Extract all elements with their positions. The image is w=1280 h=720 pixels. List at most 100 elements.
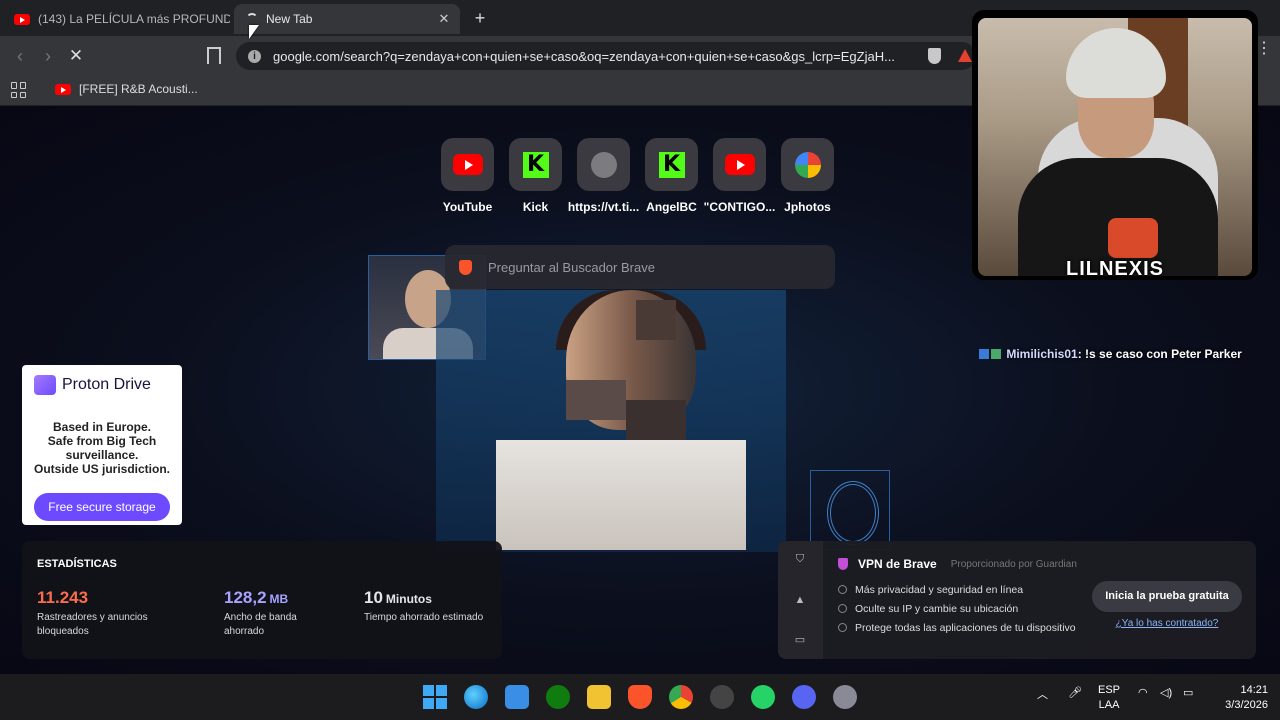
top-site-angelbc[interactable]: K AngelBC bbox=[644, 138, 699, 214]
shield-icon[interactable]: ⛉ bbox=[794, 553, 806, 565]
tab-title: (143) La PELÍCULA más PROFUNDA d bbox=[38, 12, 230, 26]
store-icon[interactable] bbox=[505, 685, 529, 709]
ad-line: surveillance. bbox=[65, 448, 139, 462]
vpn-features: Más privacidad y seguridad en línea Ocul… bbox=[838, 581, 1076, 638]
edge-icon[interactable] bbox=[464, 685, 488, 709]
stat-value-wrap: 11.243 bbox=[37, 588, 167, 608]
chat-username: Mimilichis01 bbox=[1006, 347, 1078, 361]
stop-loading-button[interactable]: ✕ bbox=[66, 46, 86, 66]
file-explorer-icon[interactable] bbox=[587, 685, 611, 709]
provider-name: Guardian bbox=[1035, 558, 1077, 570]
stat-trackers: 11.243 Rastreadores y anuncios bloqueado… bbox=[37, 588, 167, 639]
youtube-icon bbox=[14, 13, 30, 25]
video-icon[interactable]: ▭ bbox=[794, 634, 806, 646]
wifi-icon[interactable]: ◠ bbox=[1138, 686, 1148, 699]
top-site-kick[interactable]: K Kick bbox=[508, 138, 563, 214]
lang-layout: LAA bbox=[1098, 699, 1120, 711]
battery-icon[interactable]: ▭ bbox=[1183, 686, 1193, 699]
chrome-icon[interactable] bbox=[669, 685, 693, 709]
back-button[interactable]: ‹ bbox=[10, 46, 30, 66]
time: 14:21 bbox=[1240, 684, 1268, 696]
ad-brand: Proton Drive bbox=[62, 376, 151, 393]
info-icon[interactable]: i bbox=[248, 49, 261, 63]
stat-unit: Minutos bbox=[385, 592, 432, 606]
feature-text: Protege todas las aplicaciones de tu dis… bbox=[855, 622, 1076, 634]
vpn-shield-icon bbox=[838, 558, 848, 570]
brave-icon[interactable] bbox=[628, 685, 652, 709]
app-icon[interactable] bbox=[710, 685, 734, 709]
globe-icon bbox=[590, 151, 617, 178]
top-site-youtube[interactable]: YouTube bbox=[440, 138, 495, 214]
stat-desc: Ancho de banda ahorrado bbox=[224, 612, 297, 637]
top-site-contigo[interactable]: "CONTIGO... bbox=[704, 138, 775, 214]
brave-rewards-icon[interactable] bbox=[958, 49, 972, 62]
folder-icon bbox=[34, 375, 56, 395]
stat-time: 10 Minutos Tiempo ahorrado estimado bbox=[364, 588, 494, 625]
vpn-provided-by: Proporcionado por Guardian bbox=[951, 559, 1077, 570]
start-trial-button[interactable]: Inicia la prueba gratuita bbox=[1092, 581, 1242, 612]
lang-code: ESP bbox=[1098, 684, 1121, 696]
address-bar[interactable]: i google.com/search?q=zendaya+con+quien+… bbox=[236, 42, 976, 70]
search-placeholder: Preguntar al Buscador Brave bbox=[488, 259, 655, 275]
proton-drive-ad[interactable]: Proton Drive Based in Europe. Safe from … bbox=[22, 365, 182, 525]
already-purchased-link[interactable]: ¿Ya lo has contratado? bbox=[1092, 618, 1242, 629]
stat-value: 10 bbox=[364, 588, 383, 607]
tab-new-tab[interactable]: New Tab ✕ bbox=[234, 4, 460, 34]
chevron-up-icon[interactable]: ︿ bbox=[1037, 686, 1048, 702]
tab-youtube[interactable]: (143) La PELÍCULA más PROFUNDA d bbox=[6, 4, 230, 34]
stat-desc: Rastreadores y anuncios bloqueados bbox=[37, 612, 148, 637]
stats-widget: ESTADÍSTICAS 11.243 Rastreadores y anunc… bbox=[22, 541, 502, 659]
ad-line: Based in Europe. bbox=[52, 420, 152, 434]
kick-icon: K bbox=[522, 151, 549, 178]
apps-grid-icon[interactable] bbox=[11, 82, 27, 98]
windows-start-icon[interactable] bbox=[423, 685, 447, 709]
vpn-feature: Oculte su IP y cambie su ubicación bbox=[838, 600, 1076, 619]
xbox-icon[interactable] bbox=[546, 685, 570, 709]
volume-icon[interactable]: ◁) bbox=[1160, 686, 1172, 699]
check-icon bbox=[838, 623, 847, 632]
discord-icon[interactable] bbox=[792, 685, 816, 709]
stat-value-wrap: 128,2 MB bbox=[224, 588, 334, 608]
top-sites: YouTube K Kick https://vt.ti... K AngelB… bbox=[440, 138, 835, 214]
bookmark-item[interactable]: [FREE] R&B Acousti... bbox=[55, 82, 198, 96]
vpn-title-row: VPN de Brave Proporcionado por Guardian bbox=[838, 557, 1077, 571]
settings-icon[interactable] bbox=[833, 685, 857, 709]
brave-shields-icon[interactable] bbox=[928, 48, 941, 64]
widget-sidebar: ⛉ ▲ ▭ bbox=[778, 541, 823, 659]
webcam-overlay: LILNEXIS bbox=[972, 10, 1258, 280]
bookmark-icon[interactable] bbox=[207, 47, 221, 64]
date: 3/3/2026 bbox=[1225, 699, 1268, 711]
close-icon[interactable]: ✕ bbox=[434, 11, 454, 27]
background-hero-image bbox=[436, 290, 786, 552]
microphone-icon[interactable]: 🎤︎ bbox=[1068, 686, 1082, 699]
stats-title: ESTADÍSTICAS bbox=[37, 558, 117, 570]
forward-button[interactable]: › bbox=[38, 46, 58, 66]
brave-search-input[interactable]: Preguntar al Buscador Brave bbox=[445, 245, 835, 289]
tab-title: New Tab bbox=[266, 12, 313, 26]
whatsapp-icon[interactable] bbox=[751, 685, 775, 709]
url-text[interactable]: google.com/search?q=zendaya+con+quien+se… bbox=[273, 49, 913, 64]
check-icon bbox=[838, 604, 847, 613]
kick-icon: K bbox=[658, 151, 685, 178]
free-storage-button[interactable]: Free secure storage bbox=[34, 493, 170, 521]
vpn-title: VPN de Brave bbox=[858, 557, 937, 571]
language-indicator[interactable]: ESP LAA bbox=[1098, 683, 1120, 713]
ad-copy: Based in Europe. Safe from Big Tech surv… bbox=[22, 420, 182, 476]
webcam-video bbox=[978, 18, 1252, 276]
top-site-vt[interactable]: https://vt.ti... bbox=[568, 138, 639, 214]
stat-bandwidth: 128,2 MB Ancho de banda ahorrado bbox=[224, 588, 334, 639]
warning-icon[interactable]: ▲ bbox=[794, 594, 806, 606]
vpn-feature: Más privacidad y seguridad en línea bbox=[838, 581, 1076, 600]
streamer-name: LILNEXIS bbox=[1065, 258, 1164, 280]
photos-icon bbox=[794, 151, 821, 178]
new-tab-button[interactable]: + bbox=[470, 8, 490, 28]
proton-drive-logo: Proton Drive bbox=[34, 375, 151, 395]
ad-line: Safe from Big Tech bbox=[47, 434, 157, 448]
brave-lion-icon bbox=[459, 259, 472, 275]
vpn-widget: ⛉ ▲ ▭ VPN de Brave Proporcionado por Gua… bbox=[778, 541, 1256, 659]
feature-text: Más privacidad y seguridad en línea bbox=[855, 584, 1024, 596]
top-site-label: Jphotos bbox=[784, 200, 831, 214]
top-site-jphotos[interactable]: Jphotos bbox=[780, 138, 835, 214]
clock[interactable]: 14:21 3/3/2026 bbox=[1210, 683, 1268, 713]
chat-badge-icon bbox=[979, 349, 989, 359]
